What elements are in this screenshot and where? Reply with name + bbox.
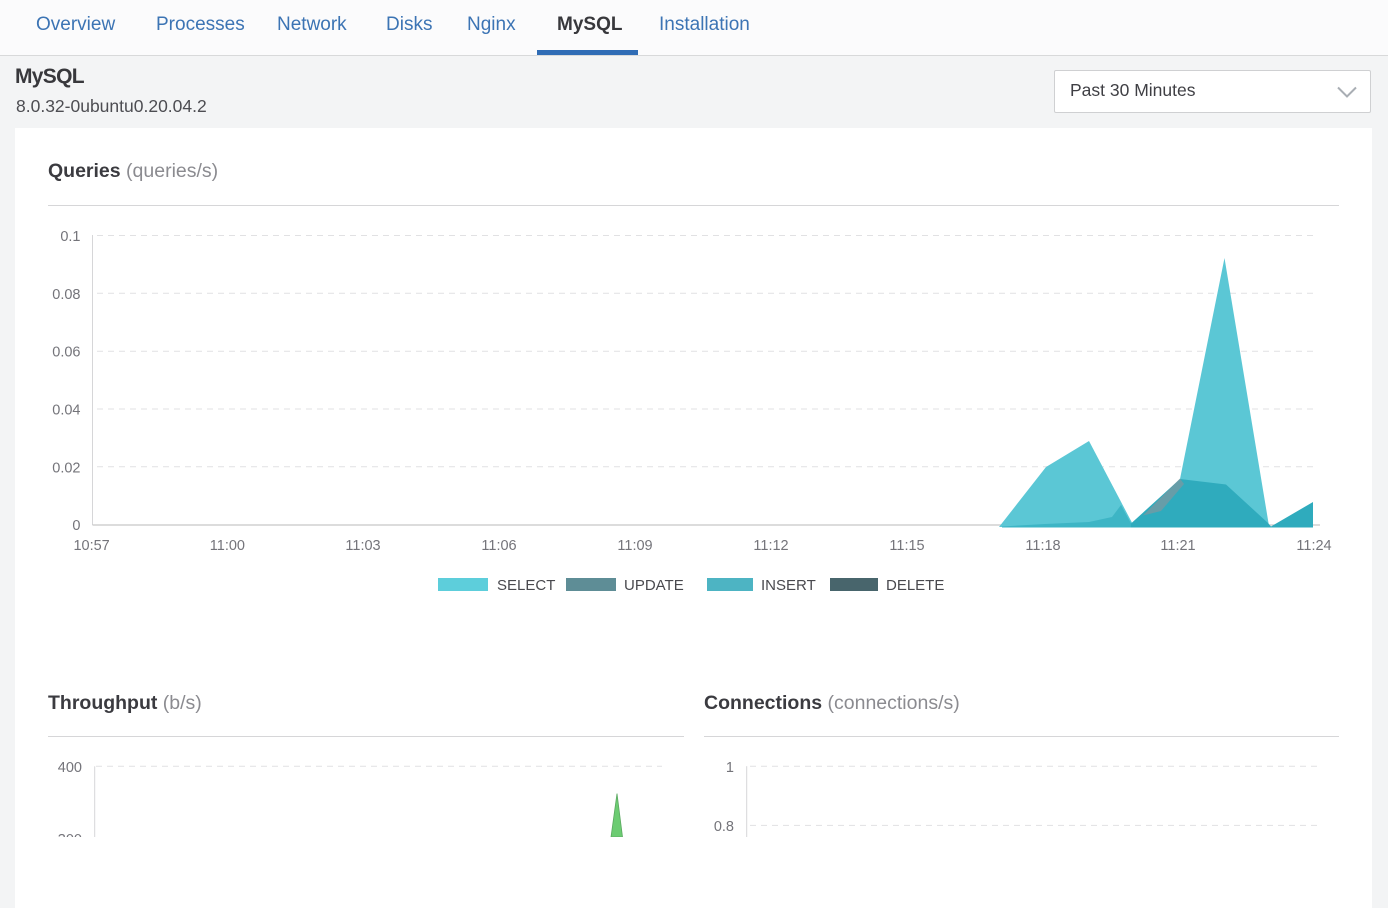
svg-text:0.02: 0.02 bbox=[52, 460, 80, 476]
svg-text:400: 400 bbox=[58, 760, 82, 776]
svg-text:11:09: 11:09 bbox=[617, 538, 652, 554]
svg-text:11:12: 11:12 bbox=[753, 538, 788, 554]
svg-text:11:24: 11:24 bbox=[1296, 538, 1331, 554]
svg-text:300: 300 bbox=[58, 832, 82, 837]
svg-text:11:00: 11:00 bbox=[210, 538, 245, 554]
svg-text:0.06: 0.06 bbox=[52, 345, 80, 361]
svg-text:11:15: 11:15 bbox=[889, 538, 924, 554]
svg-text:11:18: 11:18 bbox=[1025, 538, 1060, 554]
svg-text:0.1: 0.1 bbox=[60, 229, 80, 245]
svg-text:0.08: 0.08 bbox=[52, 287, 80, 303]
svg-text:0: 0 bbox=[72, 518, 80, 534]
svg-text:0.04: 0.04 bbox=[52, 403, 80, 419]
svg-text:11:06: 11:06 bbox=[481, 538, 516, 554]
svg-text:11:03: 11:03 bbox=[345, 538, 380, 554]
svg-text:11:21: 11:21 bbox=[1160, 538, 1195, 554]
svg-text:0.8: 0.8 bbox=[714, 819, 734, 835]
svg-text:1: 1 bbox=[726, 760, 734, 776]
svg-text:10:57: 10:57 bbox=[73, 538, 109, 554]
